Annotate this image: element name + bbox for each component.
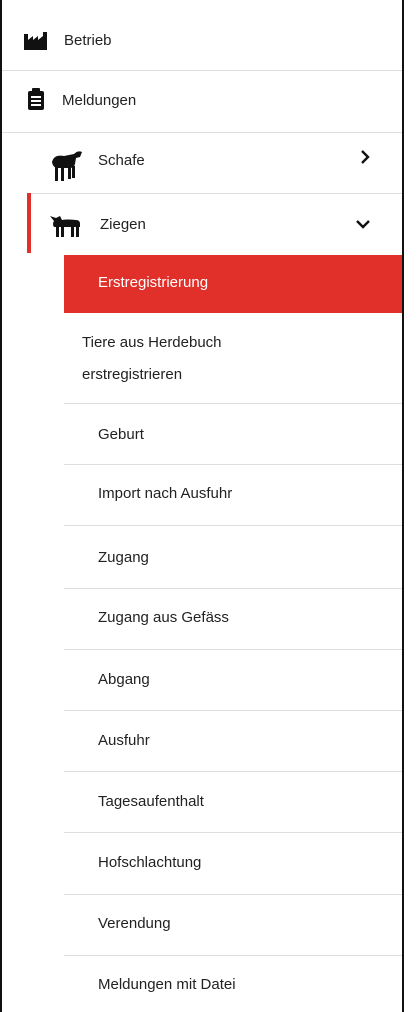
ziegen-item-ausfuhr[interactable]: Ausfuhr (2, 711, 402, 771)
ziegen-item-tiere-aus-herdebuch[interactable]: Tiere aus Herdebuch erstregistrieren (64, 318, 402, 402)
divider (2, 132, 402, 133)
goat-icon (50, 216, 80, 237)
ziegen-item-label: Abgang (98, 671, 150, 688)
ziegen-item-label: Geburt (98, 426, 144, 443)
ziegen-item-zugang[interactable]: Zugang (2, 526, 402, 588)
ziegen-item-abgang[interactable]: Abgang (2, 650, 402, 710)
nav-item-label: Betrieb (64, 32, 112, 49)
ziegen-item-label: Meldungen mit Datei (98, 976, 236, 993)
ziegen-item-label: Zugang aus Gefäss (98, 609, 229, 626)
nav-item-label: Meldungen (62, 92, 137, 109)
ziegen-item-label-line2: erstregistrieren (82, 366, 183, 383)
sidebar-nav: Betrieb Meldungen Schafe Ziegen Erstregi… (0, 0, 404, 1012)
ziegen-item-label: Zugang (98, 549, 149, 566)
ziegen-item-import-nach-ausfuhr[interactable]: Import nach Ausfuhr (2, 465, 402, 525)
ziegen-item-zugang-aus-gefaess[interactable]: Zugang aus Gefäss (2, 589, 402, 649)
ziegen-item-meldungen-mit-datei[interactable]: Meldungen mit Datei (2, 956, 402, 1012)
ziegen-item-erstregistrierung[interactable]: Erstregistrierung (64, 255, 402, 313)
chevron-down-icon[interactable] (356, 216, 370, 234)
factory-icon (24, 32, 47, 50)
ziegen-item-label: Verendung (98, 915, 171, 932)
ziegen-item-verendung[interactable]: Verendung (2, 895, 402, 955)
nav-item-meldungen[interactable]: Meldungen (2, 72, 402, 130)
divider (2, 70, 402, 71)
chevron-right-icon[interactable] (360, 150, 370, 169)
ziegen-item-label: Import nach Ausfuhr (98, 485, 233, 502)
ziegen-item-tagesaufenthalt[interactable]: Tagesaufenthalt (2, 772, 402, 832)
ziegen-item-label: Hofschlachtung (98, 854, 202, 871)
nav-item-ziegen[interactable]: Ziegen (2, 194, 402, 254)
ziegen-item-label: Tagesaufenthalt (98, 793, 204, 810)
clipboard-icon (28, 88, 44, 110)
nav-item-label: Schafe (98, 152, 145, 169)
nav-item-schafe[interactable]: Schafe (2, 134, 402, 192)
ziegen-item-label-line1: Tiere aus Herdebuch (82, 334, 222, 351)
ziegen-item-hofschlachtung[interactable]: Hofschlachtung (2, 833, 402, 893)
ziegen-item-label: Erstregistrierung (98, 274, 209, 291)
ziegen-item-geburt[interactable]: Geburt (2, 404, 402, 464)
ziegen-item-label: Ausfuhr (98, 732, 150, 749)
sheep-icon (52, 151, 82, 181)
nav-item-label: Ziegen (100, 216, 146, 233)
nav-item-betrieb[interactable]: Betrieb (2, 16, 402, 66)
